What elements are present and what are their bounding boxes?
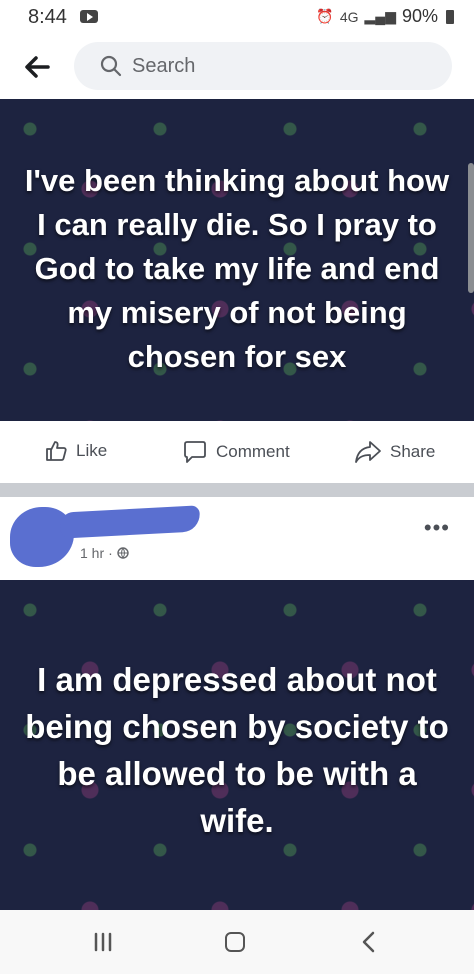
nav-home-icon[interactable] xyxy=(225,932,245,952)
status-indicators: ⏰ 4G ▂▄▆ 90% xyxy=(316,6,454,27)
post-header: 1 hr · ••• xyxy=(0,497,474,580)
battery-icon xyxy=(446,9,454,24)
post-image[interactable]: I've been thinking about how I can reall… xyxy=(0,99,474,421)
like-icon xyxy=(46,441,67,461)
nav-recents-icon[interactable] xyxy=(92,932,114,952)
back-arrow-icon[interactable] xyxy=(22,52,52,82)
meta-separator: · xyxy=(108,545,113,561)
globe-icon xyxy=(117,547,129,559)
search-placeholder: Search xyxy=(132,55,196,77)
post-image-text: I've been thinking about how I can reall… xyxy=(24,163,450,374)
android-nav-bar xyxy=(0,910,474,974)
search-icon xyxy=(100,55,122,77)
share-label: Share xyxy=(390,442,436,461)
comment-button[interactable]: Comment xyxy=(182,439,290,465)
network-type: 4G xyxy=(339,8,359,25)
status-time: 8:44 xyxy=(28,6,67,28)
post-timestamp: 1 hr xyxy=(80,545,105,561)
search-input[interactable]: Search xyxy=(74,42,452,90)
post-image[interactable]: I am depressed about not being chosen by… xyxy=(0,580,474,910)
like-button[interactable]: Like xyxy=(44,439,107,463)
post-meta: 1 hr · xyxy=(80,545,129,561)
share-button[interactable]: Share xyxy=(354,439,435,465)
search-bar: Search xyxy=(0,36,474,98)
post-action-bar: Like Comment Share xyxy=(0,421,474,483)
nav-back-icon[interactable] xyxy=(358,930,380,954)
feed-divider xyxy=(0,483,474,497)
youtube-notification-icon xyxy=(80,10,98,23)
more-options-icon[interactable]: ••• xyxy=(424,515,450,541)
comment-icon xyxy=(184,441,206,463)
share-icon xyxy=(355,441,381,463)
signal-icon: ▂▄▆ xyxy=(364,8,396,24)
alarm-icon: ⏰ xyxy=(316,8,334,24)
comment-label: Comment xyxy=(216,442,290,461)
scrollbar[interactable] xyxy=(468,163,474,293)
like-label: Like xyxy=(76,441,108,460)
battery-percent: 90% xyxy=(401,6,438,26)
status-bar: 8:44 ⏰ 4G ▂▄▆ 90% xyxy=(0,0,474,36)
author-name-redacted[interactable] xyxy=(59,505,201,539)
post-image-text: I am depressed about not being chosen by… xyxy=(25,661,449,839)
